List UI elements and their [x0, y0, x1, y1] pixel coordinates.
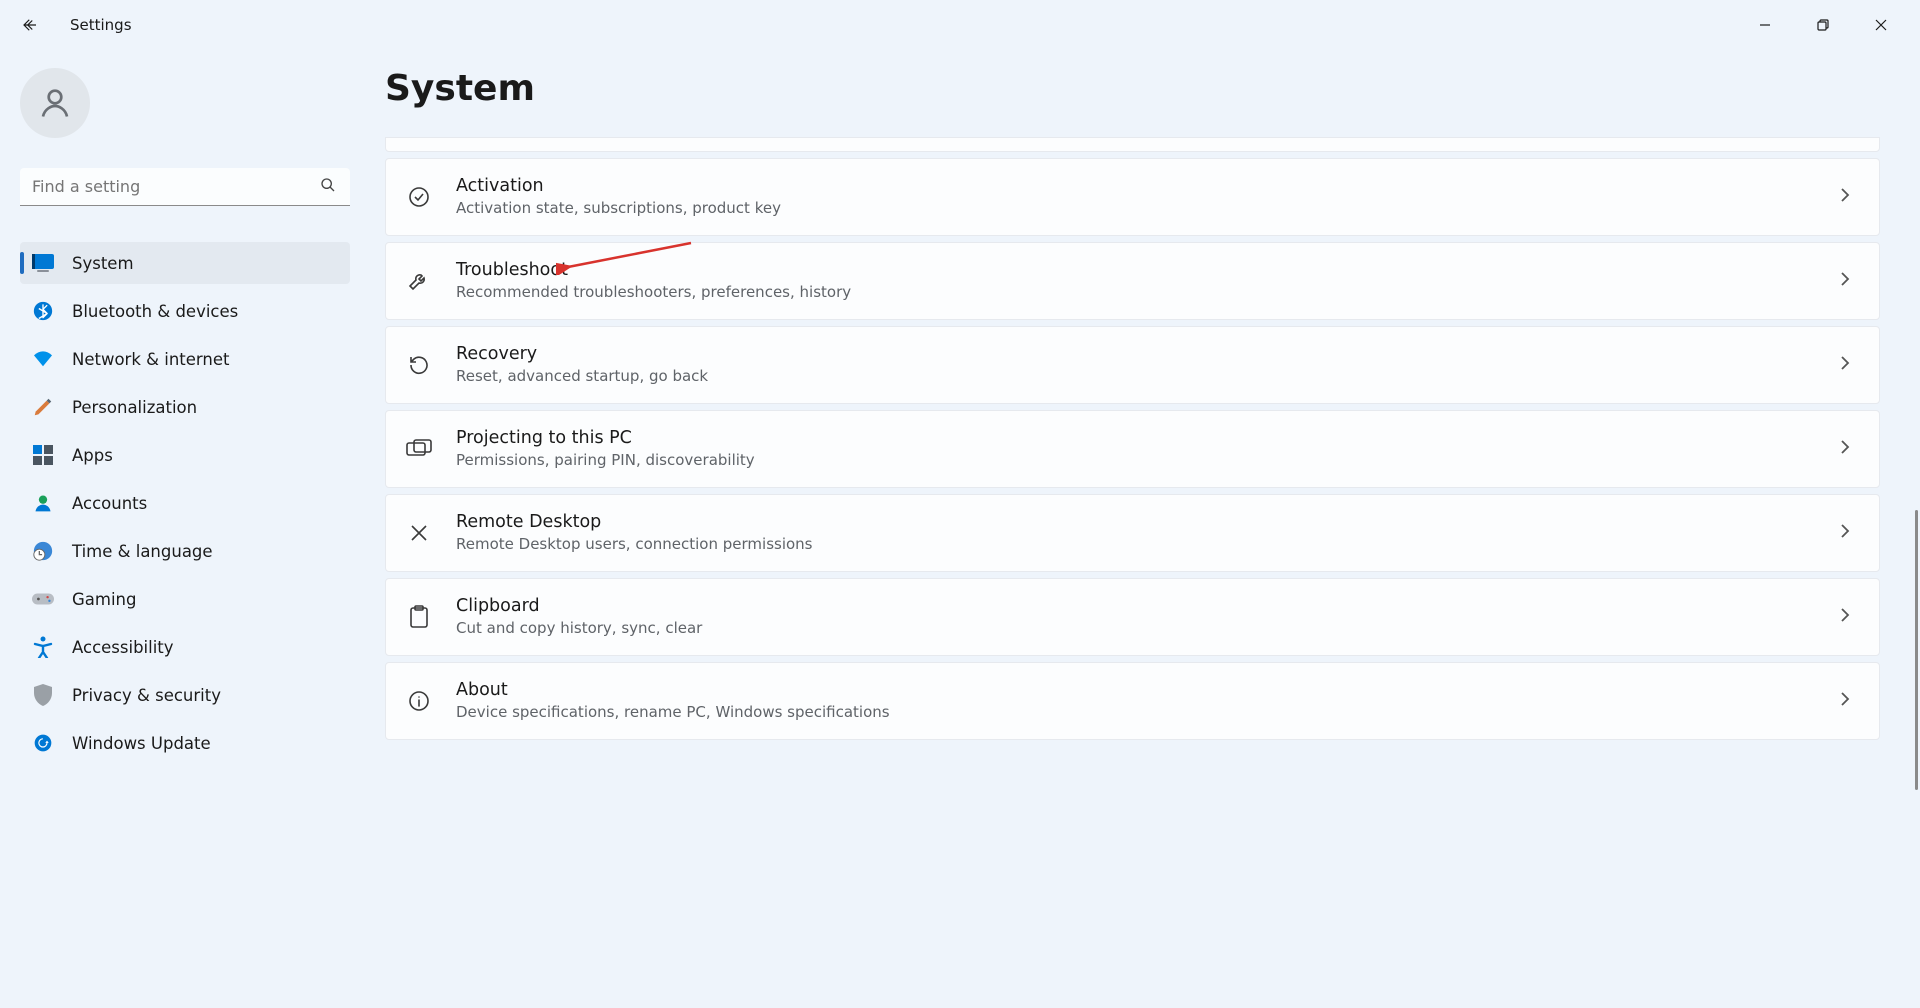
close-icon — [1875, 19, 1887, 31]
chevron-right-icon — [1839, 186, 1851, 208]
update-icon — [32, 732, 54, 754]
card-desc: Cut and copy history, sync, clear — [456, 619, 1839, 639]
nav-item-bluetooth[interactable]: Bluetooth & devices — [20, 290, 350, 332]
scrollbar[interactable] — [1906, 50, 1920, 1008]
close-button[interactable] — [1852, 5, 1910, 45]
card-title: Clipboard — [456, 596, 1839, 618]
titlebar: Settings — [0, 0, 1920, 50]
chevron-right-icon — [1839, 690, 1851, 712]
nav-item-update[interactable]: Windows Update — [20, 722, 350, 764]
apps-icon — [32, 444, 54, 466]
maximize-icon — [1817, 19, 1829, 31]
card-activation[interactable]: Activation Activation state, subscriptio… — [385, 158, 1880, 236]
person-icon — [37, 85, 73, 121]
card-desc: Permissions, pairing PIN, discoverabilit… — [456, 451, 1839, 471]
chevron-right-icon — [1839, 522, 1851, 544]
search-input[interactable] — [20, 168, 350, 206]
nav-label: Windows Update — [72, 734, 211, 753]
nav-label: Network & internet — [72, 350, 229, 369]
gamepad-icon — [32, 588, 54, 610]
content: System Activation Activation state, subs… — [370, 50, 1920, 1008]
card-about[interactable]: About Device specifications, rename PC, … — [385, 662, 1880, 740]
avatar[interactable] — [20, 68, 90, 138]
nav-item-time[interactable]: Time & language — [20, 530, 350, 572]
wifi-icon — [32, 348, 54, 370]
back-arrow-icon — [21, 16, 39, 34]
paintbrush-icon — [32, 396, 54, 418]
card-title: About — [456, 680, 1839, 702]
window-controls — [1736, 5, 1910, 45]
activation-icon — [404, 182, 434, 212]
card-recovery[interactable]: Recovery Reset, advanced startup, go bac… — [385, 326, 1880, 404]
chevron-right-icon — [1839, 354, 1851, 376]
nav-label: Accessibility — [72, 638, 174, 657]
scrollbar-thumb[interactable] — [1915, 510, 1918, 790]
window-title: Settings — [70, 16, 132, 34]
card-title: Activation — [456, 176, 1839, 198]
accessibility-icon — [32, 636, 54, 658]
card-desc: Reset, advanced startup, go back — [456, 367, 1839, 387]
chevron-right-icon — [1839, 270, 1851, 292]
nav-label: Privacy & security — [72, 686, 221, 705]
sidebar: System Bluetooth & devices Network & int… — [0, 50, 370, 1008]
nav-item-personalization[interactable]: Personalization — [20, 386, 350, 428]
card-remote-desktop[interactable]: Remote Desktop Remote Desktop users, con… — [385, 494, 1880, 572]
card-sliver — [385, 137, 1880, 152]
card-title: Remote Desktop — [456, 512, 1839, 534]
bluetooth-icon — [32, 300, 54, 322]
search-wrap — [20, 168, 350, 206]
system-icon — [32, 252, 54, 274]
nav-label: Gaming — [72, 590, 137, 609]
nav-label: System — [72, 254, 134, 273]
shield-icon — [32, 684, 54, 706]
card-desc: Remote Desktop users, connection permiss… — [456, 535, 1839, 555]
nav-label: Bluetooth & devices — [72, 302, 238, 321]
nav-item-network[interactable]: Network & internet — [20, 338, 350, 380]
nav-item-gaming[interactable]: Gaming — [20, 578, 350, 620]
nav-item-accounts[interactable]: Accounts — [20, 482, 350, 524]
nav-label: Apps — [72, 446, 113, 465]
nav-item-system[interactable]: System — [20, 242, 350, 284]
page-title: System — [385, 68, 1880, 109]
chevron-right-icon — [1839, 438, 1851, 460]
remote-desktop-icon — [404, 518, 434, 548]
card-title: Recovery — [456, 344, 1839, 366]
chevron-right-icon — [1839, 606, 1851, 628]
card-title: Projecting to this PC — [456, 428, 1839, 450]
card-title: Troubleshoot — [456, 260, 1839, 282]
info-icon — [404, 686, 434, 716]
accounts-icon — [32, 492, 54, 514]
nav-item-accessibility[interactable]: Accessibility — [20, 626, 350, 668]
recovery-icon — [404, 350, 434, 380]
nav: System Bluetooth & devices Network & int… — [20, 242, 350, 764]
settings-list: Activation Activation state, subscriptio… — [385, 137, 1880, 740]
projecting-icon — [404, 434, 434, 464]
nav-label: Time & language — [72, 542, 213, 561]
nav-label: Accounts — [72, 494, 147, 513]
maximize-button[interactable] — [1794, 5, 1852, 45]
minimize-button[interactable] — [1736, 5, 1794, 45]
card-desc: Device specifications, rename PC, Window… — [456, 703, 1839, 723]
clock-globe-icon — [32, 540, 54, 562]
card-desc: Recommended troubleshooters, preferences… — [456, 283, 1839, 303]
card-troubleshoot[interactable]: Troubleshoot Recommended troubleshooters… — [385, 242, 1880, 320]
nav-item-privacy[interactable]: Privacy & security — [20, 674, 350, 716]
back-button[interactable] — [10, 5, 50, 45]
nav-item-apps[interactable]: Apps — [20, 434, 350, 476]
card-projecting[interactable]: Projecting to this PC Permissions, pairi… — [385, 410, 1880, 488]
nav-label: Personalization — [72, 398, 197, 417]
clipboard-icon — [404, 602, 434, 632]
card-desc: Activation state, subscriptions, product… — [456, 199, 1839, 219]
minimize-icon — [1759, 19, 1771, 31]
card-clipboard[interactable]: Clipboard Cut and copy history, sync, cl… — [385, 578, 1880, 656]
troubleshoot-icon — [404, 266, 434, 296]
